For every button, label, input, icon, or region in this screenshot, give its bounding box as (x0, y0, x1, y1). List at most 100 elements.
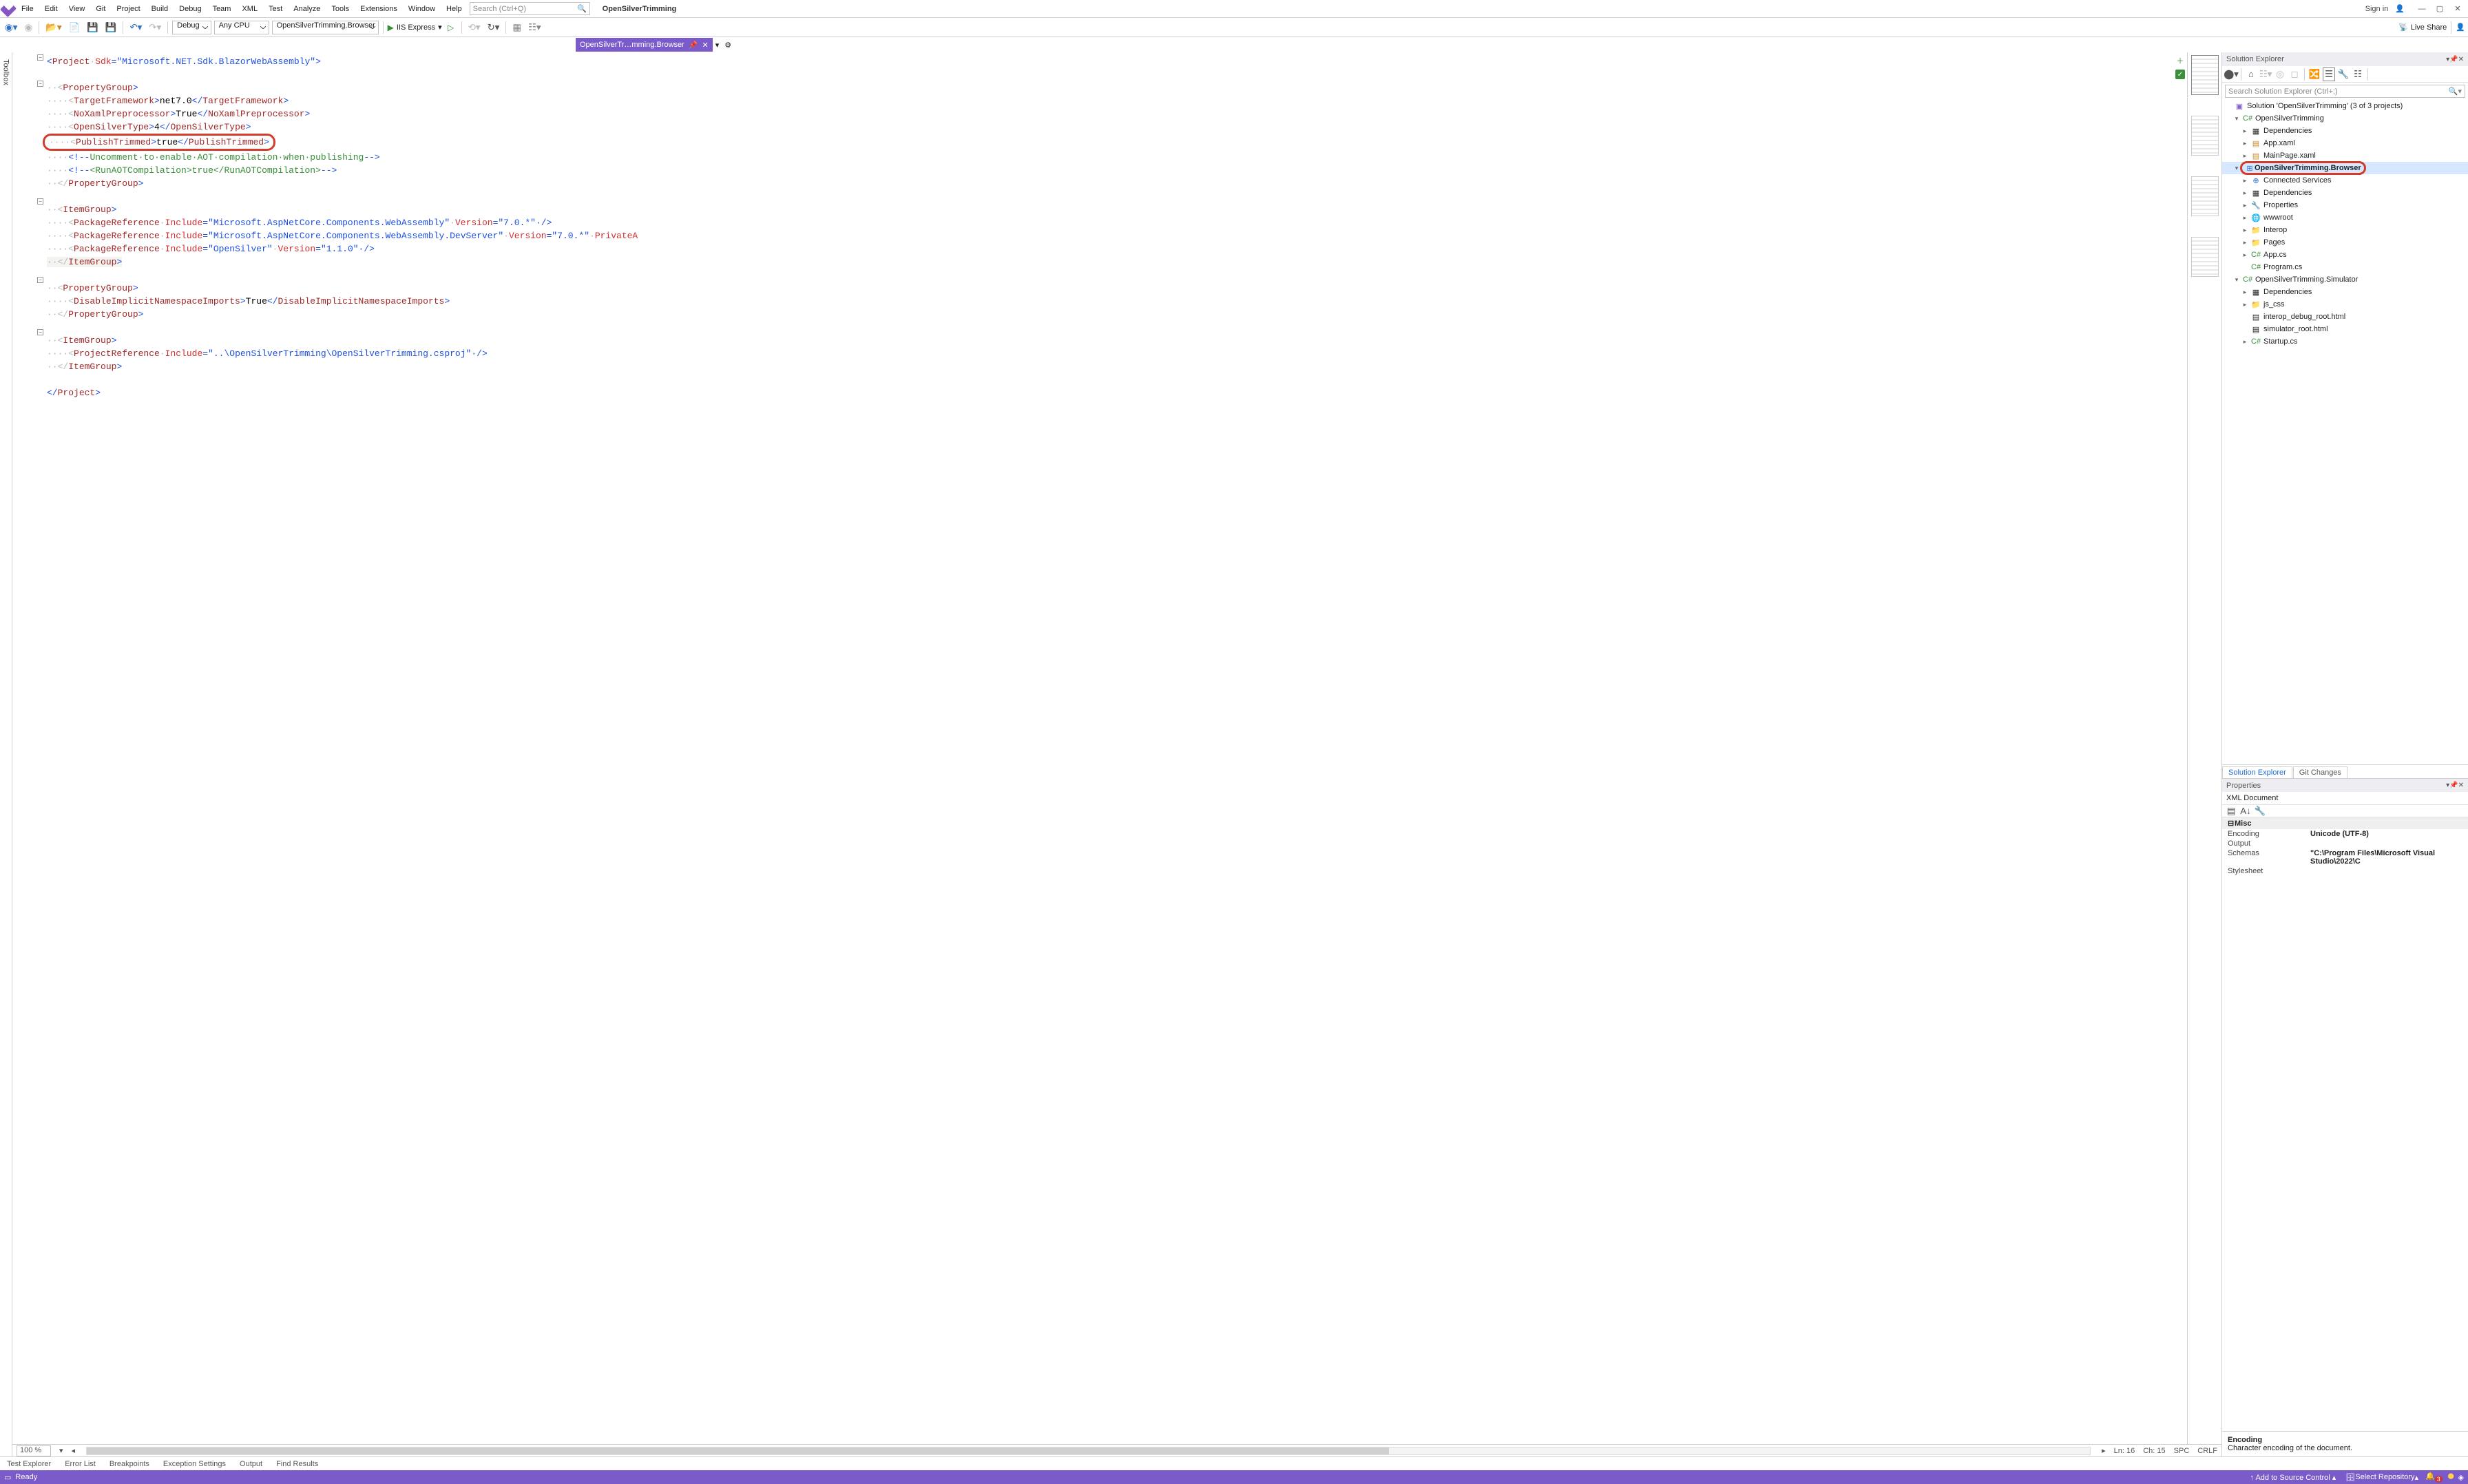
close-button[interactable]: ✕ (2450, 1, 2465, 17)
tree-project[interactable]: OpenSilverTrimming.Simulator (2255, 275, 2358, 284)
tab-test-explorer[interactable]: Test Explorer (0, 1460, 58, 1468)
menu-analyze[interactable]: Analyze (289, 3, 325, 15)
tree-item[interactable]: wwwroot (2263, 213, 2293, 222)
solution-tree[interactable]: ▣Solution 'OpenSilverTrimming' (3 of 3 p… (2222, 100, 2468, 764)
prop-row[interactable]: Output (2222, 839, 2468, 848)
fold-icon[interactable] (37, 81, 43, 87)
startup-dropdown[interactable]: OpenSilverTrimming.Browser (272, 21, 379, 34)
code-editor[interactable]: <Project·Sdk="Microsoft.NET.Sdk.BlazorWe… (12, 52, 2173, 1444)
tree-project[interactable]: OpenSilverTrimming.Browser (2255, 164, 2361, 172)
pin-icon[interactable]: 📌 (689, 41, 698, 50)
redo-button[interactable]: ↷▾ (147, 21, 163, 34)
menu-window[interactable]: Window (404, 3, 440, 15)
run-dropdown-icon[interactable]: ▾ (438, 23, 442, 32)
se-preview-icon[interactable]: ☷ (2352, 67, 2364, 81)
locate-icon[interactable]: ◈ (2458, 1473, 2464, 1482)
indent-indicator[interactable]: SPC (2174, 1447, 2190, 1455)
menu-edit[interactable]: Edit (40, 3, 63, 15)
prop-row[interactable]: Schemas"C:\Program Files\Microsoft Visua… (2222, 848, 2468, 866)
tree-solution[interactable]: Solution 'OpenSilverTrimming' (3 of 3 pr… (2247, 102, 2403, 110)
fold-icon[interactable] (37, 277, 43, 283)
fold-icon[interactable] (37, 198, 43, 205)
tree-item[interactable]: Startup.cs (2263, 337, 2298, 346)
prop-row[interactable]: Stylesheet (2222, 866, 2468, 876)
config-dropdown[interactable]: Debug (172, 21, 211, 34)
tree-item[interactable]: App.xaml (2263, 139, 2295, 147)
tab-find-results[interactable]: Find Results (269, 1460, 325, 1468)
tab-breakpoints[interactable]: Breakpoints (103, 1460, 156, 1468)
close-icon[interactable]: ✕ (2458, 782, 2464, 789)
props-category[interactable]: ⊟Misc (2222, 817, 2468, 829)
se-tree-icon[interactable]: ☷▾ (2259, 67, 2272, 81)
fold-icon[interactable] (37, 54, 43, 61)
tool-btn-2[interactable]: ☷▾ (526, 21, 543, 34)
pin-icon[interactable]: 📌 (2449, 782, 2458, 789)
menu-debug[interactable]: Debug (174, 3, 206, 15)
overview-thumb[interactable] (2191, 176, 2219, 216)
eol-indicator[interactable]: CRLF (2197, 1447, 2217, 1455)
tree-item[interactable]: js_css (2263, 300, 2285, 309)
tab-git-changes[interactable]: Git Changes (2293, 766, 2347, 778)
se-filter-icon[interactable]: ⌂ (2245, 67, 2257, 81)
tool-btn-1[interactable]: ▦ (510, 21, 523, 34)
menu-project[interactable]: Project (112, 3, 145, 15)
user-icon[interactable]: 👤 (2395, 4, 2405, 13)
tree-item[interactable]: App.cs (2263, 251, 2287, 259)
liveshare-icon[interactable]: 📡 (2398, 23, 2408, 32)
open-file-button[interactable]: 📄 (67, 21, 83, 34)
tree-item[interactable]: Dependencies (2263, 288, 2312, 296)
status-select-repo[interactable]: Select Repository (2355, 1473, 2414, 1481)
quick-search[interactable]: Search (Ctrl+Q) 🔍 (470, 2, 590, 15)
tree-project[interactable]: OpenSilverTrimming (2255, 114, 2324, 123)
admin-icon[interactable]: 👤 (2456, 23, 2465, 32)
menu-extensions[interactable]: Extensions (355, 3, 402, 15)
se-branch-icon[interactable]: 🔀 (2308, 67, 2321, 81)
pin-icon[interactable]: 📌 (2449, 56, 2458, 63)
gear-icon[interactable]: ⚙ (724, 41, 731, 50)
status-add-src[interactable]: ↑ Add to Source Control ▴ (2250, 1473, 2336, 1482)
fold-icon[interactable] (37, 329, 43, 335)
zoom-dropdown[interactable]: 100 % (17, 1445, 51, 1456)
prop-row[interactable]: EncodingUnicode (UTF-8) (2222, 829, 2468, 839)
menu-file[interactable]: File (17, 3, 39, 15)
menu-help[interactable]: Help (441, 3, 467, 15)
close-icon[interactable]: ✕ (2458, 56, 2464, 63)
stop-icon[interactable]: ⯃ (2448, 1473, 2454, 1482)
tab-solution-explorer[interactable]: Solution Explorer (2222, 766, 2292, 778)
tree-item[interactable]: simulator_root.html (2263, 325, 2328, 333)
back-button[interactable]: ◉▾ (3, 21, 19, 34)
tree-item[interactable]: Connected Services (2263, 176, 2331, 185)
props-az-icon[interactable]: A↓ (2239, 804, 2252, 818)
minimize-button[interactable]: — (2414, 1, 2429, 17)
tab-output[interactable]: Output (233, 1460, 269, 1468)
tree-item[interactable]: Dependencies (2263, 127, 2312, 135)
active-doc-tab[interactable]: OpenSilverTr…mming.Browser 📌 ✕ (576, 38, 713, 52)
bell-icon[interactable]: 🔔3 (2425, 1472, 2443, 1482)
se-file-icon[interactable]: ☰ (2323, 67, 2335, 81)
tab-exception-settings[interactable]: Exception Settings (156, 1460, 233, 1468)
save-all-button[interactable]: 💾 (103, 21, 119, 34)
props-page-icon[interactable]: 🔧 (2254, 804, 2266, 818)
liveshare-label[interactable]: Live Share (2411, 23, 2447, 32)
menu-view[interactable]: View (64, 3, 90, 15)
se-scope-icon[interactable]: ◻ (2288, 67, 2301, 81)
run-target[interactable]: IIS Express (397, 23, 435, 32)
tab-error-list[interactable]: Error List (58, 1460, 103, 1468)
h-scrollbar[interactable] (86, 1447, 2091, 1455)
tree-item[interactable]: Dependencies (2263, 189, 2312, 197)
overview-panel[interactable] (2187, 52, 2221, 1444)
start-no-debug[interactable]: ▷ (445, 21, 457, 34)
overview-thumb[interactable] (2191, 55, 2219, 95)
close-tab-icon[interactable]: ✕ (702, 41, 709, 50)
undo-button[interactable]: ↶▾ (127, 21, 144, 34)
se-search-input[interactable]: Search Solution Explorer (Ctrl+;) 🔍▾ (2225, 85, 2465, 98)
scroll-left-icon[interactable]: ◂ (72, 1446, 76, 1455)
scroll-right-icon[interactable]: ▸ (2102, 1446, 2106, 1455)
fold-gutter[interactable] (37, 52, 45, 1444)
overview-thumb[interactable] (2191, 116, 2219, 156)
maximize-button[interactable]: ▢ (2432, 1, 2447, 17)
tree-item[interactable]: Properties (2263, 201, 2298, 209)
add-icon[interactable]: ＋ (2175, 55, 2186, 66)
browse-button[interactable]: ⟲▾ (466, 21, 483, 34)
save-button[interactable]: 💾 (85, 21, 101, 34)
